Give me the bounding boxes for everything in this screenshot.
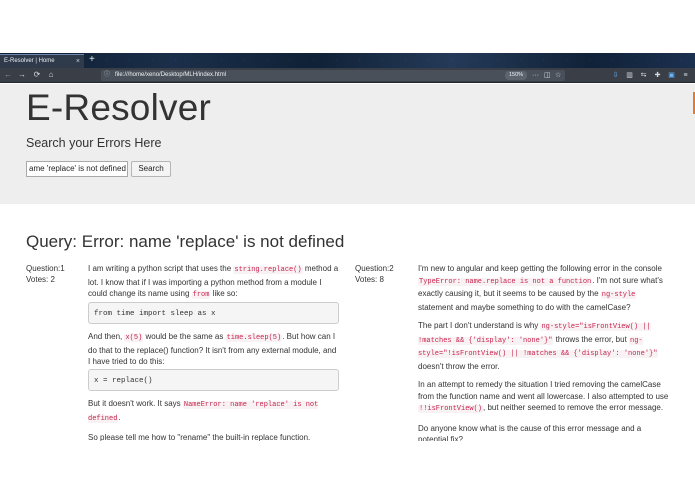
paragraph: I am writing a python script that uses t… — [88, 264, 339, 299]
top-margin — [0, 0, 695, 53]
question-1-body-3: But it doesn't work. It says NameError: … — [88, 398, 340, 441]
tab-title: E-Resolver | Home — [4, 58, 55, 64]
reload-icon[interactable]: ⟳ — [32, 70, 42, 80]
pocket-icon[interactable]: ◫ — [544, 70, 551, 81]
sync-icon[interactable]: ⇆ — [639, 70, 648, 81]
bottom-margin — [0, 441, 695, 494]
download-icon[interactable]: ⇩ — [611, 70, 620, 81]
info-icon[interactable]: ⓘ — [104, 70, 110, 81]
question-1-meta: Question:1 Votes: 2 — [26, 263, 65, 285]
code-block: from time import sleep as x — [88, 302, 339, 324]
paragraph: So please tell me how to "rename" the bu… — [88, 433, 311, 441]
question-1-body-2: And then, x(5) would be the same as time… — [88, 331, 340, 368]
paragraph: In an attempt to remedy the situation I … — [418, 380, 669, 413]
web-page: E-Resolver Search your Errors Here ame '… — [0, 84, 695, 441]
site-title: E-Resolver — [26, 87, 211, 128]
question-label: Question:2 — [355, 264, 394, 273]
code-block: x = replace() — [88, 369, 339, 391]
inline-code: from — [191, 291, 211, 299]
votes-count: Votes: 2 — [26, 275, 55, 284]
url-text[interactable]: file:///home/xeno/Desktop/MLH/index.html — [115, 70, 226, 81]
question-1-body: I am writing a python script that uses t… — [88, 263, 340, 302]
paragraph: But it doesn't work. It says NameError: … — [88, 399, 319, 423]
address-bar[interactable]: ⓘ file:///home/xeno/Desktop/MLH/index.ht… — [101, 70, 565, 81]
tab-close-icon[interactable]: × — [76, 55, 80, 68]
library-icon[interactable]: ▥ — [625, 70, 634, 81]
browser-tab[interactable]: E-Resolver | Home × — [0, 54, 84, 68]
paragraph: And then, x(5) would be the same as time… — [88, 332, 337, 366]
votes-count: Votes: 8 — [355, 275, 384, 284]
header-jumbotron: E-Resolver Search your Errors Here ame '… — [0, 84, 695, 204]
bookmark-star-icon[interactable]: ☆ — [555, 70, 561, 81]
home-icon[interactable]: ⌂ — [46, 70, 56, 80]
screenshot-frame: E-Resolver | Home × + ← → ⟳ ⌂ ⓘ file:///… — [0, 0, 695, 494]
query-title: Query: Error: name 'replace' is not defi… — [26, 232, 345, 251]
inline-code: ng-style — [600, 291, 637, 299]
new-tab-icon[interactable]: + — [89, 53, 95, 67]
search-button[interactable]: Search — [131, 161, 171, 177]
inline-code: string.replace() — [233, 266, 303, 274]
inline-code: TypeError: name.replace is not a functio… — [418, 277, 593, 286]
paragraph: I'm new to angular and keep getting the … — [418, 264, 663, 312]
paragraph: Do anyone know what is the cause of this… — [418, 423, 642, 442]
page-actions-icon[interactable]: ··· — [532, 70, 539, 81]
browser-tab-strip: E-Resolver | Home × + — [0, 53, 695, 68]
paragraph: The part I don't understand is why ng-st… — [418, 321, 659, 371]
forward-icon[interactable]: → — [17, 70, 27, 80]
search-heading: Search your Errors Here — [26, 136, 162, 150]
inline-code: time.sleep(5) — [225, 334, 283, 342]
menu-icon[interactable]: ≡ — [681, 70, 690, 81]
zoom-level[interactable]: 150% — [505, 71, 528, 80]
browser-toolbar: ← → ⟳ ⌂ ⓘ file:///home/xeno/Desktop/MLH/… — [0, 68, 695, 83]
theme-background — [0, 53, 695, 68]
sidebar-icon[interactable]: ▣ — [667, 70, 676, 81]
inline-code: !!isFrontView() — [418, 405, 484, 413]
extension-icon[interactable]: ✚ — [653, 70, 662, 81]
question-2-body: I'm new to angular and keep getting the … — [418, 263, 670, 441]
question-label: Question:1 — [26, 264, 65, 273]
back-icon[interactable]: ← — [3, 70, 13, 80]
search-input[interactable]: ame 'replace' is not defined — [26, 161, 128, 177]
inline-code: x(5) — [124, 334, 144, 342]
question-2-meta: Question:2 Votes: 8 — [355, 263, 394, 285]
